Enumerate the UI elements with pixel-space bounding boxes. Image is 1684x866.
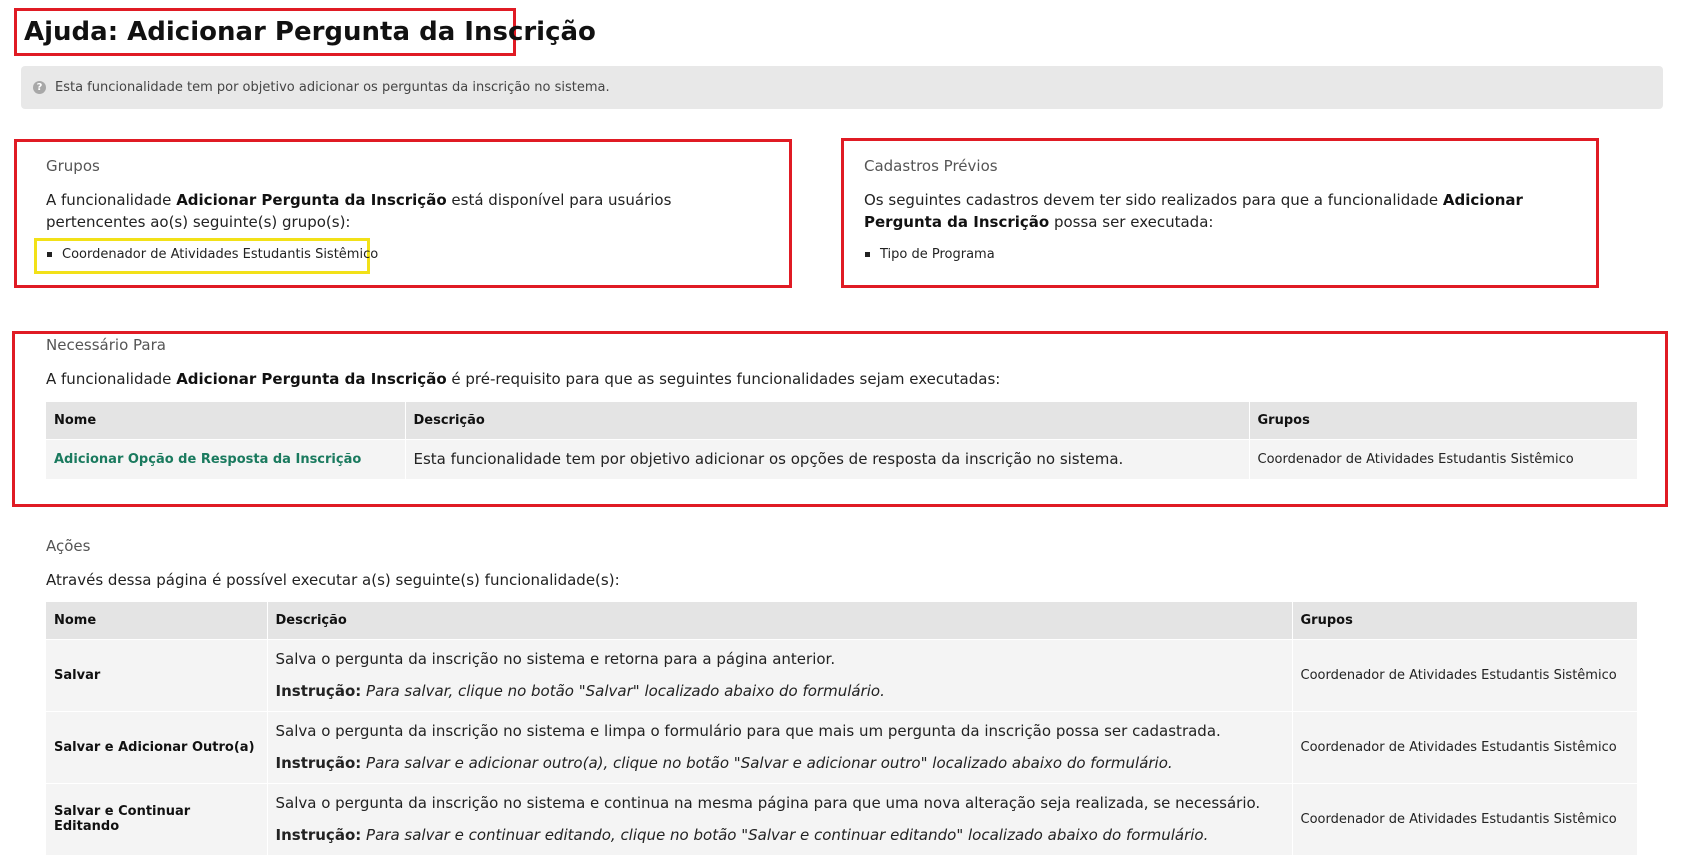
action-description: Salva o pergunta da inscrição no sistema… bbox=[267, 638, 1293, 711]
grupos-title: Grupos bbox=[46, 157, 100, 175]
grupos-text: A funcionalidade Adicionar Pergunta da I… bbox=[46, 191, 672, 231]
action-groups: Coordenador de Atividades Estudantis Sis… bbox=[1292, 710, 1638, 783]
bullet-icon bbox=[47, 252, 52, 257]
action-name: Salvar bbox=[46, 638, 268, 711]
acoes-title: Ações bbox=[46, 537, 91, 555]
cadastros-title: Cadastros Prévios bbox=[864, 157, 998, 175]
necessario-text: A funcionalidade Adicionar Pergunta da I… bbox=[46, 370, 1001, 388]
table-row: Salvar e Continuar Editando Salva o perg… bbox=[46, 782, 1638, 855]
action-description: Salva o pergunta da inscrição no sistema… bbox=[267, 782, 1293, 855]
grupos-feature-name: Adicionar Pergunta da Inscrição bbox=[176, 191, 447, 209]
link-adicionar-opcao-resposta[interactable]: Adicionar Opção de Resposta da Inscrição bbox=[54, 452, 361, 467]
column-header-nome: Nome bbox=[46, 402, 406, 439]
cadastros-list-item: Tipo de Programa bbox=[865, 247, 995, 262]
column-header-nome: Nome bbox=[46, 602, 268, 639]
action-name: Salvar e Continuar Editando bbox=[46, 782, 268, 855]
row-description: Esta funcionalidade tem por objetivo adi… bbox=[405, 438, 1250, 479]
table-header-row: Nome Descrição Grupos bbox=[46, 602, 1638, 639]
bullet-icon bbox=[865, 252, 870, 257]
table-row: Salvar Salva o pergunta da inscrição no … bbox=[46, 638, 1638, 711]
table-row: Salvar e Adicionar Outro(a) Salva o perg… bbox=[46, 710, 1638, 783]
column-header-descricao: Descrição bbox=[267, 602, 1293, 639]
necessario-feature-name: Adicionar Pergunta da Inscrição bbox=[176, 370, 447, 388]
necessario-title: Necessário Para bbox=[46, 336, 166, 354]
info-text: Esta funcionalidade tem por objetivo adi… bbox=[55, 80, 610, 95]
necessario-table: Nome Descrição Grupos Adicionar Opção de… bbox=[46, 402, 1638, 479]
acoes-text: Através dessa página é possível executar… bbox=[46, 571, 620, 589]
row-groups: Coordenador de Atividades Estudantis Sis… bbox=[1249, 438, 1638, 479]
column-header-grupos: Grupos bbox=[1292, 602, 1638, 639]
column-header-grupos: Grupos bbox=[1249, 402, 1638, 439]
action-groups: Coordenador de Atividades Estudantis Sis… bbox=[1292, 782, 1638, 855]
question-circle-icon: ? bbox=[33, 81, 46, 94]
cadastros-text: Os seguintes cadastros devem ter sido re… bbox=[864, 191, 1523, 231]
action-description: Salva o pergunta da inscrição no sistema… bbox=[267, 710, 1293, 783]
action-groups: Coordenador de Atividades Estudantis Sis… bbox=[1292, 638, 1638, 711]
table-header-row: Nome Descrição Grupos bbox=[46, 402, 1638, 439]
column-header-descricao: Descrição bbox=[405, 402, 1250, 439]
info-bar: ? Esta funcionalidade tem por objetivo a… bbox=[21, 66, 1663, 109]
action-name: Salvar e Adicionar Outro(a) bbox=[46, 710, 268, 783]
page-title: Ajuda: Adicionar Pergunta da Inscrição bbox=[14, 8, 596, 56]
acoes-table: Nome Descrição Grupos Salvar Salva o per… bbox=[46, 602, 1638, 855]
table-row: Adicionar Opção de Resposta da Inscrição… bbox=[46, 438, 1638, 479]
grupos-list-item: Coordenador de Atividades Estudantis Sis… bbox=[47, 247, 378, 262]
